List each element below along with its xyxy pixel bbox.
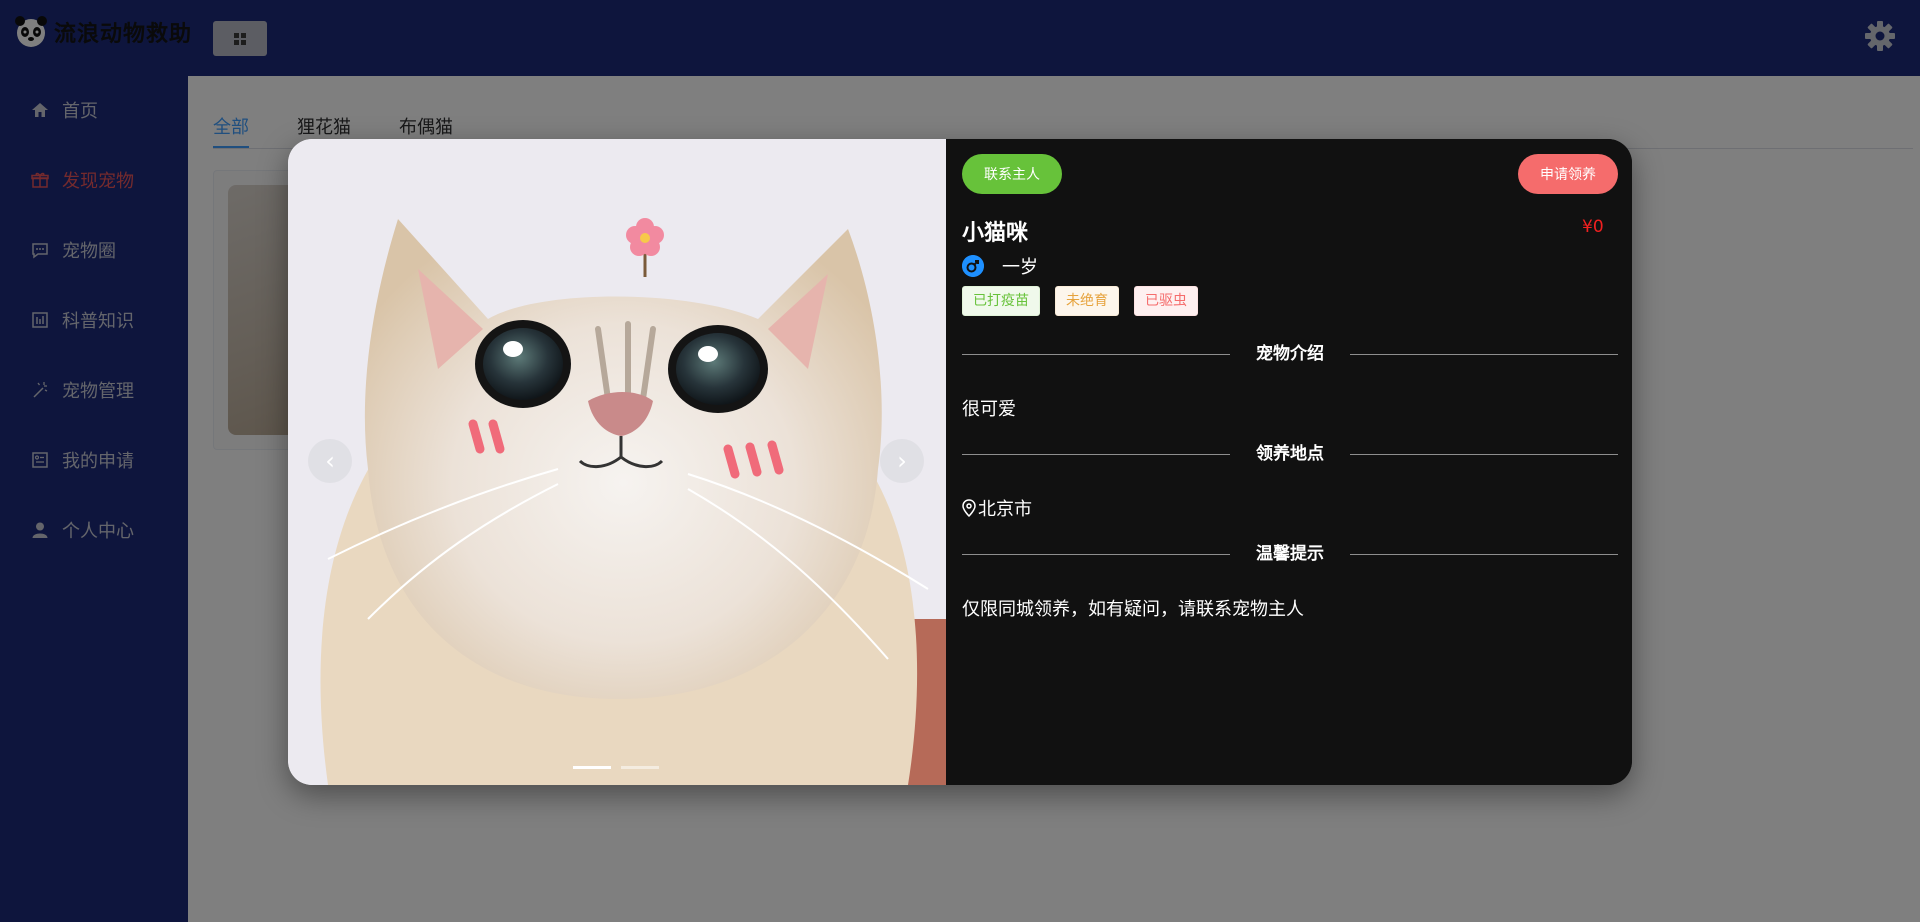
pet-name: 小猫咪 bbox=[962, 221, 1029, 246]
carousel-indicator-1[interactable] bbox=[573, 766, 611, 769]
male-icon bbox=[962, 255, 984, 277]
chevron-left-icon: ‹ bbox=[325, 447, 335, 475]
pet-photo-carousel[interactable]: ‹ › bbox=[288, 139, 946, 785]
pet-age: 一岁 bbox=[1002, 257, 1038, 278]
tag-dewormed: 已驱虫 bbox=[1134, 286, 1198, 316]
pet-info-panel: 联系主人 申请领养 小猫咪 ¥0 一岁 已打疫苗 未绝育 已驱虫 宠物介绍 很可… bbox=[946, 139, 1632, 785]
tips-divider: 温馨提示 bbox=[962, 542, 1618, 566]
chevron-right-icon: › bbox=[897, 447, 907, 475]
location-row: 北京市 bbox=[962, 495, 1032, 521]
location-title: 领养地点 bbox=[1256, 444, 1324, 464]
carousel-indicators bbox=[573, 766, 659, 769]
location-pin-icon bbox=[962, 499, 976, 517]
pet-price: ¥0 bbox=[1582, 217, 1604, 237]
carousel-next-button[interactable]: › bbox=[880, 439, 924, 483]
tips-title: 温馨提示 bbox=[1256, 544, 1324, 564]
intro-divider: 宠物介绍 bbox=[962, 342, 1618, 366]
carousel-indicator-2[interactable] bbox=[621, 766, 659, 769]
location-text: 北京市 bbox=[978, 499, 1032, 520]
tag-not-neutered: 未绝育 bbox=[1055, 286, 1119, 316]
apply-adoption-button[interactable]: 申请领养 bbox=[1518, 154, 1618, 194]
carousel-prev-button[interactable]: ‹ bbox=[308, 439, 352, 483]
pet-tags: 已打疫苗 未绝育 已驱虫 bbox=[962, 286, 1198, 316]
location-divider: 领养地点 bbox=[962, 442, 1618, 466]
intro-text: 很可爱 bbox=[962, 399, 1016, 420]
cat-photo bbox=[288, 139, 946, 785]
pet-meta: 一岁 bbox=[962, 253, 1038, 279]
intro-title: 宠物介绍 bbox=[1256, 344, 1324, 364]
tag-vaccinated: 已打疫苗 bbox=[962, 286, 1040, 316]
contact-owner-button[interactable]: 联系主人 bbox=[962, 154, 1062, 194]
tips-text: 仅限同城领养，如有疑问，请联系宠物主人 bbox=[962, 599, 1304, 620]
pet-detail-dialog: ‹ › 联系主人 申请领养 小猫咪 ¥0 一岁 已打疫苗 未绝育 已驱虫 宠物介… bbox=[288, 139, 1632, 785]
